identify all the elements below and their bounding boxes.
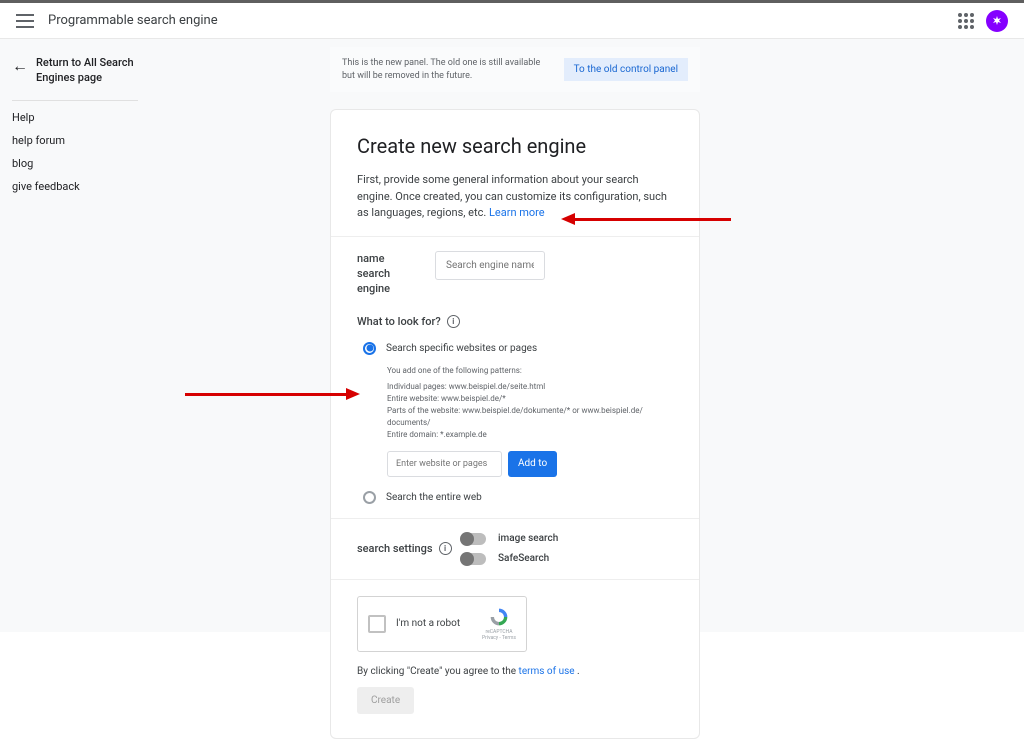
create-button[interactable]: Create (357, 687, 414, 714)
what-to-look-for-label: What to look for? i (357, 315, 673, 328)
radio-specific-label: Search specific websites or pages (386, 343, 537, 354)
pattern-help: You add one of the following patterns: I… (357, 365, 673, 441)
search-engine-name-input[interactable] (435, 251, 545, 280)
recaptcha-label: I'm not a robot (396, 618, 472, 629)
info-icon[interactable]: i (447, 315, 460, 328)
radio-entire-label: Search the entire web (386, 492, 482, 503)
radio-entire-web[interactable] (363, 491, 376, 504)
recaptcha: I'm not a robot reCAPTCHA Privacy - Term… (357, 596, 527, 652)
notice-text: This is the new panel. The old one is st… (342, 57, 542, 82)
sidebar-item-help[interactable]: Help (12, 101, 138, 124)
radio-specific-websites[interactable] (363, 342, 376, 355)
old-panel-button[interactable]: To the old control panel (564, 58, 688, 81)
terms-link[interactable]: terms of use (519, 666, 578, 677)
avatar[interactable] (986, 10, 1008, 32)
info-icon[interactable]: i (439, 542, 452, 555)
image-search-label: image search (498, 533, 558, 544)
app-title: Programmable search engine (48, 13, 218, 28)
arrow-left-icon: ← (12, 56, 28, 76)
image-search-toggle[interactable] (462, 533, 486, 545)
website-input[interactable] (387, 451, 502, 477)
name-label: name search engine (357, 251, 417, 297)
terms-text: By clicking "Create" you agree to the te… (357, 666, 673, 677)
app-header: Programmable search engine (0, 3, 1024, 39)
safesearch-toggle[interactable] (462, 553, 486, 565)
sidebar-item-feedback[interactable]: give feedback (12, 170, 138, 193)
apps-icon[interactable] (958, 13, 974, 29)
sidebar-item-help-forum[interactable]: help forum (12, 124, 138, 147)
safesearch-label: SafeSearch (498, 553, 549, 564)
recaptcha-checkbox[interactable] (368, 615, 386, 633)
notice-bar: This is the new panel. The old one is st… (330, 47, 700, 92)
sidebar-item-blog[interactable]: blog (12, 147, 138, 170)
menu-icon[interactable] (16, 14, 34, 28)
sidebar: ← Return to All Search Engines page Help… (0, 39, 150, 632)
add-button[interactable]: Add to (508, 451, 557, 477)
back-link-label: Return to All Search Engines page (36, 55, 138, 86)
recaptcha-logo: reCAPTCHA Privacy - Terms (482, 607, 516, 641)
search-settings-label: search settings i (357, 542, 452, 555)
back-link[interactable]: ← Return to All Search Engines page (12, 55, 138, 101)
create-card: Create new search engine First, provide … (330, 109, 700, 739)
card-intro: First, provide some general information … (357, 172, 673, 222)
card-title: Create new search engine (357, 134, 673, 158)
learn-more-link[interactable]: Learn more (489, 206, 545, 219)
